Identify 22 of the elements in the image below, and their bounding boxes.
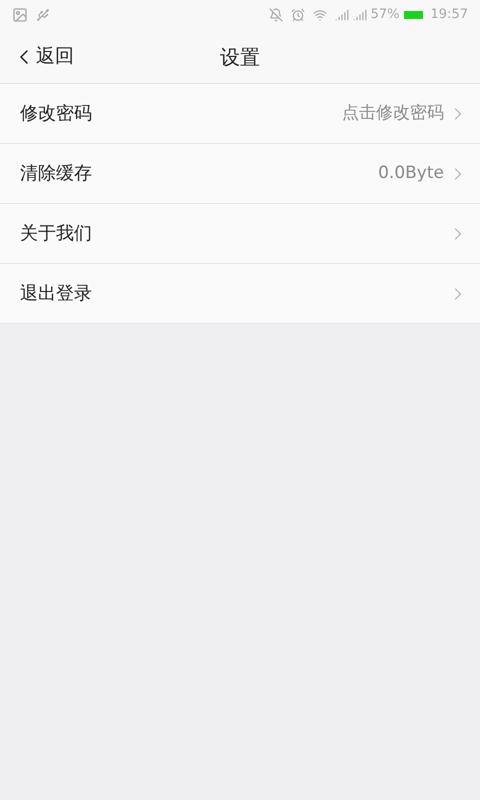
signal-icon <box>334 8 349 22</box>
battery-icon <box>404 11 423 19</box>
page-title: 设置 <box>220 44 260 70</box>
row-label: 清除缓存 <box>20 162 93 186</box>
wifi-icon <box>312 8 327 22</box>
signal-icon <box>352 8 367 22</box>
row-value: 点击修改密码 <box>342 102 444 125</box>
image-icon <box>12 7 28 23</box>
alarm-icon <box>290 8 305 22</box>
row-label: 修改密码 <box>20 102 93 126</box>
usb-icon <box>36 8 50 22</box>
settings-row[interactable]: 退出登录 <box>0 264 480 324</box>
settings-row[interactable]: 修改密码 点击修改密码 <box>0 84 480 144</box>
clock: 19:57 <box>430 6 468 24</box>
back-button[interactable]: 返回 <box>0 42 74 71</box>
battery-percent: 57% <box>370 6 400 24</box>
settings-row[interactable]: 关于我们 <box>0 204 480 264</box>
row-value: 0.0Byte <box>378 162 444 185</box>
row-label: 关于我们 <box>20 222 93 246</box>
settings-row[interactable]: 清除缓存 0.0Byte <box>0 144 480 204</box>
row-label: 退出登录 <box>20 282 93 306</box>
mute-icon <box>268 8 283 22</box>
